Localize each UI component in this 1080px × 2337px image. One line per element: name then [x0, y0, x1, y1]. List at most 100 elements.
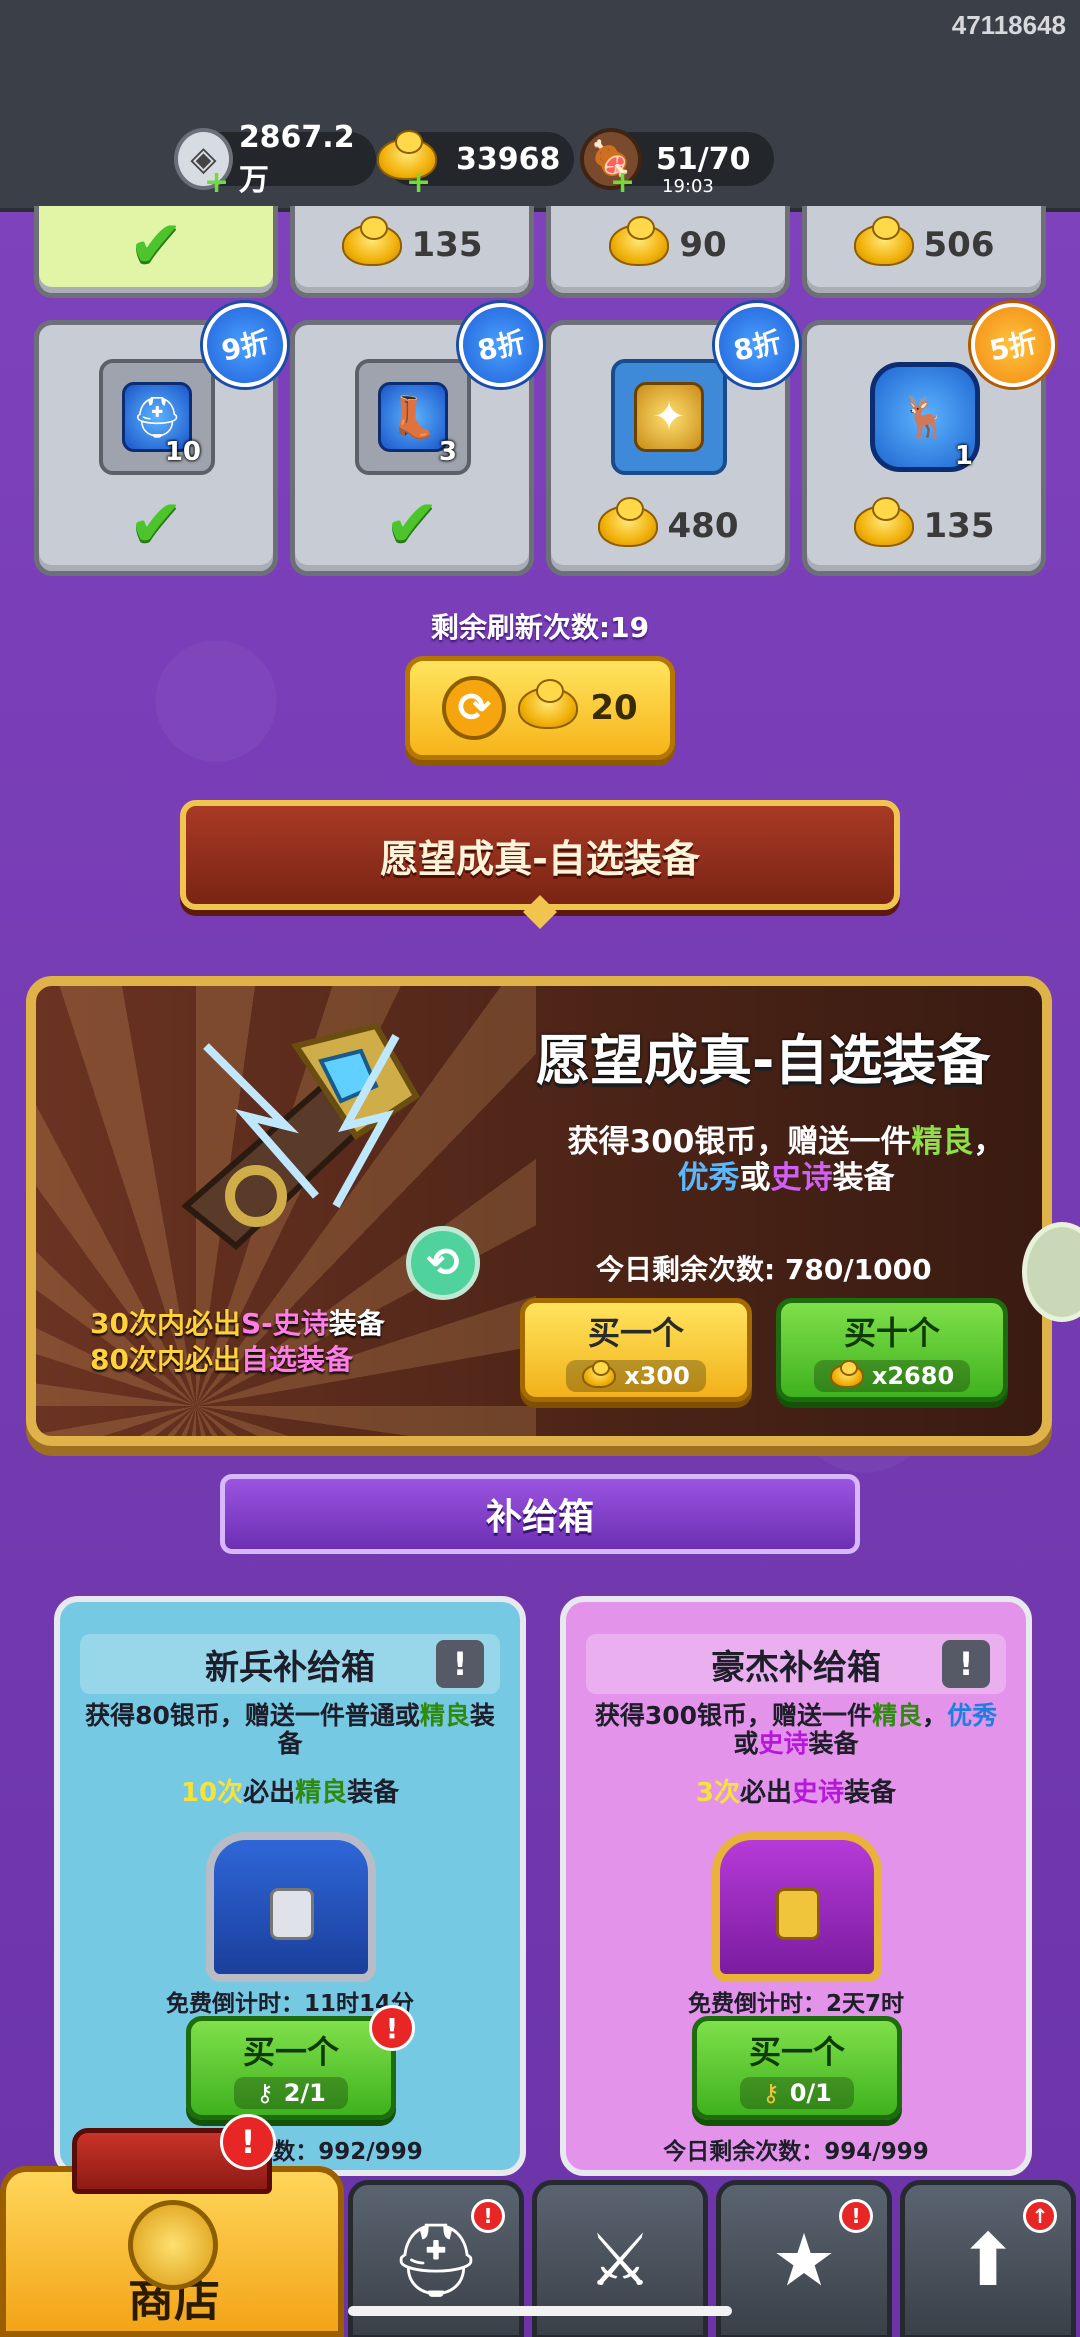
shop-item-card-3[interactable]: 90: [546, 206, 790, 298]
shop-item-card-7[interactable]: ✦ 480 8折: [546, 295, 807, 576]
purple-chest-icon: [712, 1832, 882, 1982]
gold-ingot-icon: [597, 497, 658, 547]
guar-rare: 精良: [295, 1778, 348, 1808]
wish-section-title: 愿望成真-自选装备: [380, 836, 700, 881]
desc-text: 装备: [808, 1729, 859, 1758]
info-icon[interactable]: !: [436, 1640, 484, 1688]
gold-ingot-icon: [582, 1360, 617, 1388]
stamina-timer: 19:03: [662, 176, 714, 197]
shop-item-card-2[interactable]: 135: [290, 206, 534, 298]
buy-label: 买一个: [748, 2033, 845, 2071]
purchased-check-icon: ✔: [128, 206, 184, 283]
gold-value: 33968: [456, 141, 561, 177]
box-guarantee: 3次必出史诗装备: [566, 1772, 1026, 1809]
alert-badge-icon: !: [220, 2114, 276, 2170]
hero-stars-icon: ★: [771, 2218, 837, 2302]
add-stamina-icon[interactable]: +: [610, 165, 635, 200]
guar-text: 装备: [844, 1778, 897, 1808]
wish-title: 愿望成真-自选装备: [536, 1029, 991, 1092]
buy-label: 买一个: [587, 1314, 684, 1352]
stamina-value: 51/70: [656, 141, 751, 177]
wish-buy-ten-button[interactable]: 买十个 x2680: [776, 1298, 1008, 1402]
gold-ingot-icon: [829, 1360, 864, 1388]
add-silver-icon[interactable]: +: [204, 165, 229, 200]
price: 506: [923, 225, 995, 265]
note-select: 自选装备: [240, 1343, 353, 1376]
item-count: 1: [954, 441, 973, 471]
info-icon[interactable]: !: [942, 1640, 990, 1688]
purchased-check-icon: ✔: [128, 485, 184, 562]
wish-remaining: 今日剩余次数: 780/1000: [596, 1253, 932, 1286]
key-count: 2/1: [283, 2079, 326, 2107]
desc-text: 获得80银币，赠送一件普通或: [85, 1701, 420, 1730]
hero-supply-box: 豪杰补给箱 ! 获得300银币，赠送一件精良，优秀或史诗装备 3次必出史诗装备 …: [560, 1596, 1032, 2176]
nav-tab-upgrade[interactable]: ⬆ ↑: [900, 2180, 1076, 2337]
item-slot: ⛑ 10: [99, 359, 215, 475]
shop-item-card-5[interactable]: ⛑ 10 ✔ 9折: [34, 295, 295, 576]
alert-badge-icon: !: [471, 2199, 505, 2233]
blue-chest-icon: [206, 1832, 376, 1982]
note-text: 装备: [328, 1307, 385, 1340]
price-row: 480: [551, 497, 785, 547]
box-remaining: 今日剩余次数：994/999: [663, 2139, 929, 2165]
supply-section-ribbon: 补给箱: [220, 1474, 860, 1554]
guar-count: 3次: [695, 1778, 741, 1808]
price: 135: [411, 225, 483, 265]
alert-badge-icon: !: [369, 2005, 415, 2051]
recruit-supply-box: 新兵补给箱 ! 获得80银币，赠送一件普通或精良装备 10次必出精良装备 免费倒…: [54, 1596, 526, 2176]
nav-tab-heroes[interactable]: ★ !: [716, 2180, 892, 2337]
stamina-resource[interactable]: 🍖 51/70 + 19:03: [580, 128, 774, 200]
desc-text: 或: [739, 1160, 771, 1196]
shop-item-card-6[interactable]: 👢 3 ✔ 8折: [290, 295, 551, 576]
refresh-remaining-label: 剩余刷新次数:19: [430, 611, 650, 644]
box-title: 豪杰补给箱: [711, 1647, 881, 1688]
key-cost: ⚷ 0/1: [740, 2077, 854, 2109]
wish-buy-one-button[interactable]: 买一个 x300: [520, 1298, 752, 1402]
box-title-bar: 豪杰补给箱 !: [586, 1634, 1006, 1694]
box-title-bar: 新兵补给箱 !: [80, 1634, 500, 1694]
price-row: 506: [807, 216, 1041, 266]
weapon-illustration: [181, 1022, 420, 1250]
boots-icon: 👢: [378, 382, 448, 452]
shop-item-card-4[interactable]: 506: [802, 206, 1046, 298]
key-count: 0/1: [789, 2079, 832, 2107]
silver-resource[interactable]: ◈ 2867.2万 +: [174, 120, 376, 200]
note-count: 30次内必出: [90, 1307, 241, 1340]
alert-badge-icon: !: [839, 2199, 873, 2233]
gold-ingot-icon: [853, 497, 914, 547]
free-countdown: 免费倒计时：2天7时: [687, 1991, 904, 2017]
top-bar: 47118648 ◈ 2867.2万 + 33968 + 🍖 51/70 + 1…: [0, 0, 1080, 212]
lock-icon: [776, 1888, 820, 1940]
amulet-icon: ✦: [634, 382, 704, 452]
home-indicator[interactable]: [348, 2306, 732, 2316]
buy-cost: x2680: [813, 1360, 971, 1392]
switch-equipment-icon[interactable]: ⟲: [406, 1226, 480, 1300]
refresh-cost: 20: [590, 688, 638, 728]
box-guarantee: 10次必出精良装备: [60, 1772, 520, 1809]
refresh-button[interactable]: ⟳ 20: [405, 656, 675, 760]
recruit-buy-one-button[interactable]: 买一个 ⚷ 2/1 !: [186, 2005, 415, 2120]
price: 90: [679, 225, 727, 265]
item-slot: ✦: [611, 359, 727, 475]
item-slot: 👢 3: [355, 359, 471, 475]
box-title: 新兵补给箱: [205, 1647, 375, 1688]
price-row: 90: [551, 216, 785, 266]
desc-text: 获得300银币，赠送一件: [594, 1701, 873, 1730]
desc-text: 获得300银币，赠送一件: [567, 1124, 912, 1160]
key-cost: ⚷ 2/1: [234, 2077, 348, 2109]
gold-ingot-icon: [609, 216, 670, 266]
gold-resource[interactable]: 33968 +: [377, 130, 574, 200]
desc-text: ，: [922, 1701, 948, 1730]
silver-key-icon: ⚷: [256, 2079, 274, 2107]
hero-buy-one-button[interactable]: 买一个 ⚷ 0/1: [692, 2016, 902, 2120]
buy-cost: x300: [566, 1360, 706, 1392]
shop-item-card-1[interactable]: ✔: [34, 206, 278, 298]
desc-rare: 精良: [872, 1701, 923, 1730]
box-description: 获得80银币，赠送一件普通或精良装备: [80, 1702, 500, 1758]
wish-banner: 愿望成真-自选装备 获得300银币，赠送一件精良， 优秀或史诗装备 ⟲ 今日剩余次…: [26, 976, 1052, 1446]
buy-label: 买十个: [843, 1314, 940, 1352]
add-gold-icon[interactable]: +: [406, 165, 431, 200]
supply-section-title: 补给箱: [485, 1497, 594, 1538]
desc-epic: 史诗: [758, 1729, 809, 1758]
shop-item-card-8[interactable]: 🦌 1 135 5折: [802, 295, 1063, 576]
